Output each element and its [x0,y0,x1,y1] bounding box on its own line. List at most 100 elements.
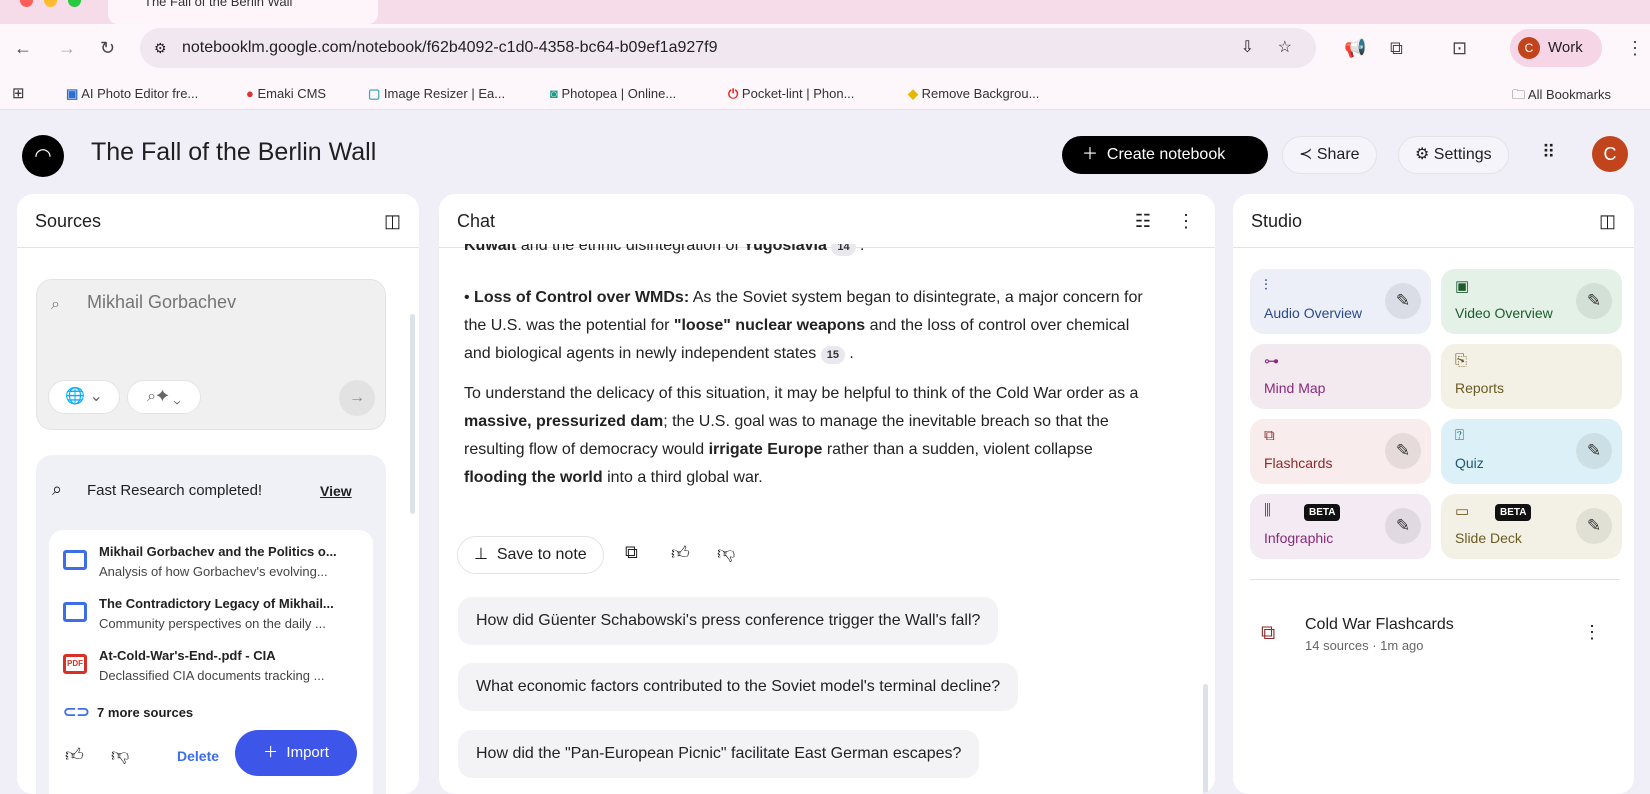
delete-button[interactable]: Delete [177,748,219,764]
studio-card-video-overview[interactable]: ▣ Video Overview ✎ [1441,269,1622,334]
research-status: Fast Research completed! [87,482,263,499]
notebook-title[interactable]: The Fall of the Berlin Wall [91,138,376,167]
bookmark-label: Pocket-lint | Phon... [741,86,855,101]
card-label: Reports [1455,380,1505,396]
url-text: notebooklm.google.com/notebook/f62b4092-… [182,39,718,56]
back-icon[interactable]: ← [14,38,32,59]
extensions-icon[interactable]: ⧉ [1390,38,1403,59]
citation-badge[interactable]: 14 [831,244,856,256]
apps-icon[interactable]: ⠿ [1542,142,1555,163]
sources-panel: Sources ◫ ⌕ 🌐 ⌄ ⌕✦ ⌄ → ⌕ Fast Research c… [17,194,419,794]
site-settings-icon[interactable]: ⚙ [154,28,167,68]
web-source-dropdown[interactable]: 🌐 ⌄ [48,380,120,414]
bookmark-5[interactable]: ◆ Remove Backgrou... [908,86,1039,102]
suggested-question[interactable]: How did the "Pan-European Picnic" facili… [458,730,980,778]
save-to-note-button[interactable]: ⊥ Save to note [457,536,604,574]
bookmark-2[interactable]: ▢ Image Resizer | Ea... [368,86,505,102]
divider [1250,579,1620,580]
install-app-icon[interactable]: ⇩ [1241,28,1254,68]
chat-header: Chat ☷ ⋮ [439,194,1215,248]
collapse-panel-icon[interactable]: ◫ [1599,194,1616,248]
source-item[interactable]: PDF At-Cold-War's-End-.pdf - CIA Declassif… [63,646,363,686]
bold-text: Loss of Control over WMDs: [474,289,690,306]
chat-scrollbar[interactable] [1203,684,1208,794]
create-notebook-button[interactable]: ＋ Create notebook [1062,136,1268,174]
edit-pencil-icon[interactable]: ✎ [1385,433,1421,469]
bold-text: Kuwait [464,244,517,254]
source-title: At-Cold-War's-End-.pdf - CIA [99,648,276,663]
suggested-question[interactable]: What economic factors contributed to the… [458,663,1019,711]
studio-card-reports[interactable]: ⎘ Reports [1441,344,1622,409]
chat-response: • Loss of Control over WMDs: As the Sovi… [464,284,1144,492]
edit-pencil-icon[interactable]: ✎ [1385,508,1421,544]
studio-card-infographic[interactable]: ⫼ Infographic BETA ✎ [1250,494,1431,559]
settings-button[interactable]: ⚙ Settings [1398,136,1509,174]
browser-tab[interactable]: The Fall of the Berlin Wall [108,0,378,24]
address-bar[interactable]: ⚙ notebooklm.google.com/notebook/f62b409… [140,28,1316,68]
beta-badge: BETA [1495,504,1532,521]
studio-card-audio-overview[interactable]: ⫶ Audio Overview ✎ [1250,269,1431,334]
view-link[interactable]: View [320,483,352,499]
note-item[interactable]: ⧉ Cold War Flashcards 14 sources · 1m ag… [1261,614,1611,664]
edit-pencil-icon[interactable]: ✎ [1576,433,1612,469]
source-search-input[interactable] [87,292,367,313]
suggested-question[interactable]: How did Güenter Schabowski's press confe… [458,597,999,645]
megaphone-icon[interactable]: 📢 [1344,38,1366,59]
more-options-icon[interactable]: ⋮ [1177,194,1195,248]
apps-grid-icon[interactable]: ⊞ [12,84,25,102]
clipped-message-line: Kuwait and the ethnic disintegration of … [464,244,1144,262]
browser-menu-icon[interactable]: ⋮ [1626,38,1644,59]
bold-text: "loose" nuclear weapons [673,317,866,334]
analogy-paragraph: To understand the delicacy of this situa… [464,380,1144,492]
forward-icon[interactable]: → [58,38,76,59]
more-sources[interactable]: ⊂⊃ 7 more sources [63,702,193,722]
more-sources-label: 7 more sources [97,705,194,720]
minimize-window-button[interactable] [44,0,57,7]
all-bookmarks[interactable]: 🗀 All Bookmarks [1512,86,1611,108]
text: To understand the delicacy of this situa… [464,385,1139,402]
thumbs-up-icon[interactable]: 👍︎ [65,744,84,766]
chat-settings-icon[interactable]: ☷ [1135,194,1151,248]
close-window-button[interactable] [20,0,33,7]
thumbs-up-icon[interactable]: 👍︎ [671,542,690,564]
card-label: Flashcards [1264,455,1333,471]
collapse-panel-icon[interactable]: ◫ [384,194,401,248]
import-button[interactable]: ＋ Import [235,730,357,776]
bullet-paragraph: • Loss of Control over WMDs: As the Sovi… [464,289,1143,364]
slide-deck-icon: ▭ [1455,503,1470,520]
more-options-icon[interactable]: ⋮ [1583,622,1601,643]
edit-pencil-icon[interactable]: ✎ [1385,283,1421,319]
studio-card-flashcards[interactable]: ⧉ Flashcards ✎ [1250,419,1431,484]
mind-map-icon: ⊶ [1264,353,1279,370]
reading-mode-icon[interactable]: ⊡ [1452,38,1467,59]
text: rather than a sudden, violent collapse [822,441,1093,458]
bookmark-1[interactable]: ● Emaki CMS [246,86,326,101]
thumbs-down-icon[interactable]: 👎︎ [717,542,735,564]
studio-card-slide-deck[interactable]: ▭ Slide Deck BETA ✎ [1441,494,1622,559]
card-label: Video Overview [1455,305,1553,321]
avatar[interactable]: C [1592,136,1628,172]
studio-card-quiz[interactable]: ⍰ Quiz ✎ [1441,419,1622,484]
profile-button[interactable]: C Work [1510,29,1602,67]
studio-card-mind-map[interactable]: ⊶ Mind Map [1250,344,1431,409]
share-button[interactable]: ≺ Share [1282,136,1377,174]
citation-badge[interactable]: 15 [820,346,845,364]
thumbs-down-icon[interactable]: 👎︎ [111,744,129,766]
edit-pencil-icon[interactable]: ✎ [1576,508,1612,544]
notebooklm-logo[interactable]: ◠ [22,135,64,177]
research-mode-dropdown[interactable]: ⌕✦ ⌄ [127,380,201,414]
bookmark-star-icon[interactable]: ☆ [1278,28,1292,68]
bookmark-3[interactable]: ◙ Photopea | Online... [550,86,676,101]
maximize-window-button[interactable] [68,0,81,7]
source-item[interactable]: The Contradictory Legacy of Mikhail... Co… [63,594,363,634]
edit-pencil-icon[interactable]: ✎ [1576,283,1612,319]
bookmark-4[interactable]: ⏻ Pocket-lint | Phon... [728,86,854,102]
source-item[interactable]: Mikhail Gorbachev and the Politics o... A… [63,542,363,582]
submit-arrow-button[interactable]: → [339,380,375,416]
flashcards-icon: ⧉ [1261,622,1276,644]
sources-scrollbar[interactable] [410,314,415,514]
copy-icon[interactable]: ⧉ [625,542,638,563]
reload-icon[interactable]: ↻ [100,38,115,59]
source-search-box: ⌕ 🌐 ⌄ ⌕✦ ⌄ → [36,279,386,430]
bookmark-0[interactable]: ▣ AI Photo Editor fre... [66,86,198,102]
